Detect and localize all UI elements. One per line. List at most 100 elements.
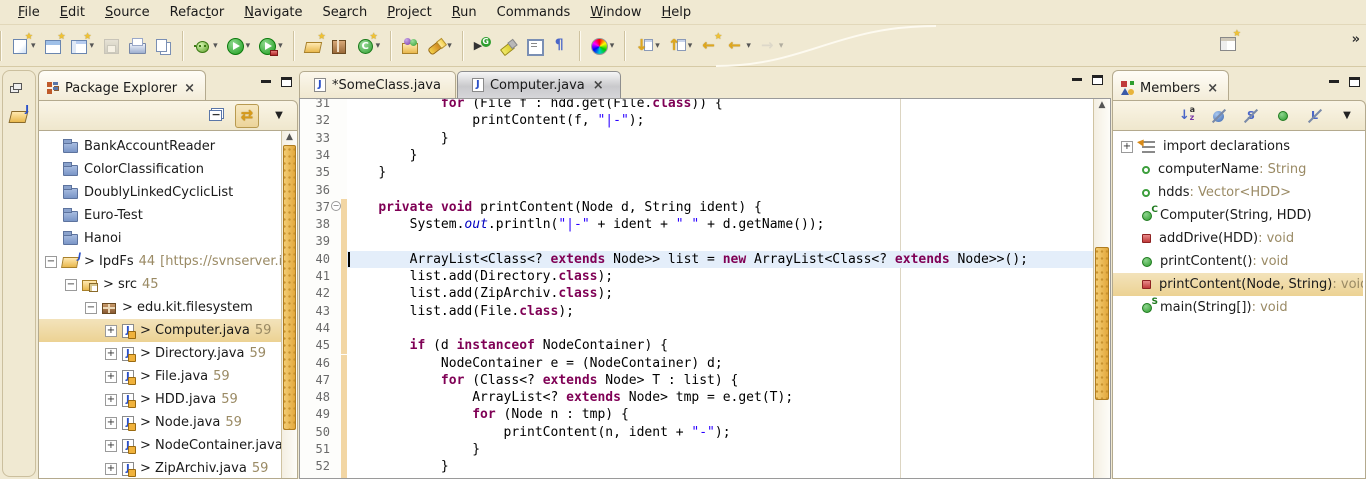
new-wizard-button[interactable]: ▾ [7, 34, 40, 58]
tree-item-euro-test[interactable]: Euro-Test [39, 204, 281, 227]
dropdown-chevron-icon[interactable]: ▾ [779, 41, 784, 51]
tree-item-hanoi[interactable]: Hanoi [39, 227, 281, 250]
search-button[interactable]: ▾ [423, 34, 456, 58]
external-tools-button[interactable] [469, 34, 495, 58]
editor-scroll-up-arrow[interactable]: ▲ [1094, 100, 1110, 110]
tree-item-directory-java[interactable]: +> Directory.java59 [39, 342, 281, 365]
member-expander[interactable]: + [1121, 141, 1133, 153]
menu-refactor[interactable]: Refactor [160, 2, 235, 23]
member-item-import-declarations[interactable]: +import declarations [1113, 135, 1363, 158]
tree-expander[interactable]: − [85, 302, 97, 314]
editor-maximize-button[interactable] [1092, 75, 1103, 85]
package-tree-scrollbar[interactable]: ▲ [281, 131, 297, 478]
menu-run[interactable]: Run [442, 2, 487, 23]
sort-button[interactable]: az [1175, 104, 1199, 128]
code-line-52[interactable]: } [347, 458, 1093, 475]
tree-item-doublylinkedcycliclist[interactable]: DoublyLinkedCyclicList [39, 181, 281, 204]
show-source-button[interactable] [521, 34, 547, 58]
dropdown-chevron-icon[interactable]: ▾ [610, 41, 615, 51]
code-line-31[interactable]: for (File f : hdd.get(File.class)) { [347, 99, 1093, 112]
dropdown-chevron-icon[interactable]: ▾ [90, 41, 95, 51]
member-item-hdds[interactable]: hdds : Vector<HDD> [1113, 181, 1363, 204]
editor-body[interactable]: 3132333435363738394041424344454647484950… [299, 99, 1111, 479]
dropdown-chevron-icon[interactable]: ▾ [278, 41, 283, 51]
hide-fields-button[interactable] [1207, 104, 1231, 128]
dropdown-chevron-icon[interactable]: ▾ [213, 41, 218, 51]
tree-item-hdd-java[interactable]: +> HDD.java59 [39, 388, 281, 411]
tree-expander[interactable]: + [105, 394, 117, 406]
members-tab[interactable]: Members × [1112, 70, 1229, 100]
members-view-menu-button[interactable]: ▼ [1335, 104, 1359, 128]
show-public-button[interactable] [1271, 104, 1295, 128]
tree-item-ziparchiv-java[interactable]: +> ZipArchiv.java59 [39, 457, 281, 479]
save-all-button[interactable] [150, 34, 176, 58]
menu-source[interactable]: Source [95, 2, 160, 23]
new-window-button[interactable] [40, 34, 66, 58]
scroll-up-arrow[interactable]: ▲ [282, 132, 297, 142]
code-line-47[interactable]: for (Class<? extends Node> T : list) { [347, 372, 1093, 389]
run-external-button[interactable]: ▾ [254, 34, 287, 58]
code-line-39[interactable] [347, 233, 1093, 250]
members-minimize-button[interactable] [1329, 75, 1339, 83]
tree-expander[interactable]: + [105, 325, 117, 337]
last-edit-location-button[interactable]: ← [696, 34, 722, 58]
tree-item-ipdfs[interactable]: −> IpdFs44[https://svnserver.i [39, 250, 281, 273]
tree-expander[interactable]: + [105, 348, 117, 360]
editor-minimize-button[interactable] [1072, 73, 1082, 81]
code-line-41[interactable]: list.add(Directory.class); [347, 268, 1093, 285]
menu-edit[interactable]: Edit [50, 2, 95, 23]
run-button[interactable]: ▾ [222, 34, 255, 58]
code-line-37[interactable]: private void printContent(Node d, String… [347, 199, 1093, 216]
menu-project[interactable]: Project [377, 2, 442, 23]
tree-expander[interactable]: + [105, 371, 117, 383]
minimize-button[interactable] [261, 75, 271, 83]
code-line-43[interactable]: list.add(File.class); [347, 303, 1093, 320]
tree-item-src[interactable]: −> src45 [39, 273, 281, 296]
view-menu-button[interactable]: ▼ [267, 104, 291, 128]
menu-search[interactable]: Search [313, 2, 378, 23]
package-explorer-tab[interactable]: Package Explorer × [38, 70, 206, 100]
editor-scrollbar-thumb[interactable] [1095, 247, 1109, 400]
editor-scrollbar[interactable]: ▲ [1093, 99, 1110, 478]
dropdown-chevron-icon[interactable]: ▾ [447, 41, 452, 51]
tree-expander[interactable]: − [65, 279, 77, 291]
link-with-editor-button[interactable]: ⇄ [235, 104, 259, 128]
close-icon[interactable]: × [1205, 81, 1220, 96]
dropdown-chevron-icon[interactable]: ▾ [655, 41, 660, 51]
code-line-49[interactable]: for (Node n : tmp) { [347, 406, 1093, 423]
dropdown-chevron-icon[interactable]: ▾ [31, 41, 36, 51]
toolbar-overflow-chevron[interactable]: » [1352, 32, 1358, 47]
mark-occurrences-button[interactable] [495, 34, 521, 58]
new-class-button[interactable]: ▾ [352, 34, 385, 58]
code-line-46[interactable]: NodeContainer e = (NodeContainer) d; [347, 355, 1093, 372]
menu-help[interactable]: Help [652, 2, 702, 23]
new-view-button[interactable]: ▾ [66, 34, 99, 58]
code-line-45[interactable]: if (d instanceof NodeContainer) { [347, 337, 1093, 354]
dropdown-chevron-icon[interactable]: ▾ [376, 41, 381, 51]
back-button[interactable]: ←▾ [722, 34, 755, 58]
show-whitespace-button[interactable] [547, 34, 573, 58]
restore-view-button[interactable] [7, 79, 31, 100]
member-item-main-string-[interactable]: Smain(String[]) : void [1113, 296, 1363, 319]
new-java-project-button[interactable] [300, 34, 326, 58]
print-button[interactable] [124, 34, 150, 58]
code-line-44[interactable] [347, 320, 1093, 337]
hide-local-types-button[interactable] [1303, 104, 1327, 128]
menu-navigate[interactable]: Navigate [234, 2, 312, 23]
members-maximize-button[interactable] [1349, 77, 1360, 87]
tree-item-bankaccountreader[interactable]: BankAccountReader [39, 135, 281, 158]
code-line-51[interactable]: } [347, 441, 1093, 458]
member-item-printcontent-[interactable]: printContent() : void [1113, 250, 1363, 273]
tree-expander[interactable]: − [45, 256, 57, 268]
code-line-53[interactable]: } [347, 476, 1093, 478]
hide-static-button[interactable] [1239, 104, 1263, 128]
member-item-computername[interactable]: computerName : String [1113, 158, 1363, 181]
previous-annotation-button[interactable]: ↑▾ [664, 34, 697, 58]
tree-expander[interactable]: + [105, 440, 117, 452]
java-browsing-button[interactable] [7, 108, 31, 126]
next-annotation-button[interactable]: ↓▾ [631, 34, 664, 58]
tree-item-edu-kit-filesystem[interactable]: −> edu.kit.filesystem [39, 296, 281, 319]
scrollbar-thumb[interactable] [283, 145, 296, 430]
dropdown-chevron-icon[interactable]: ▾ [688, 41, 693, 51]
menu-window[interactable]: Window [580, 2, 651, 23]
